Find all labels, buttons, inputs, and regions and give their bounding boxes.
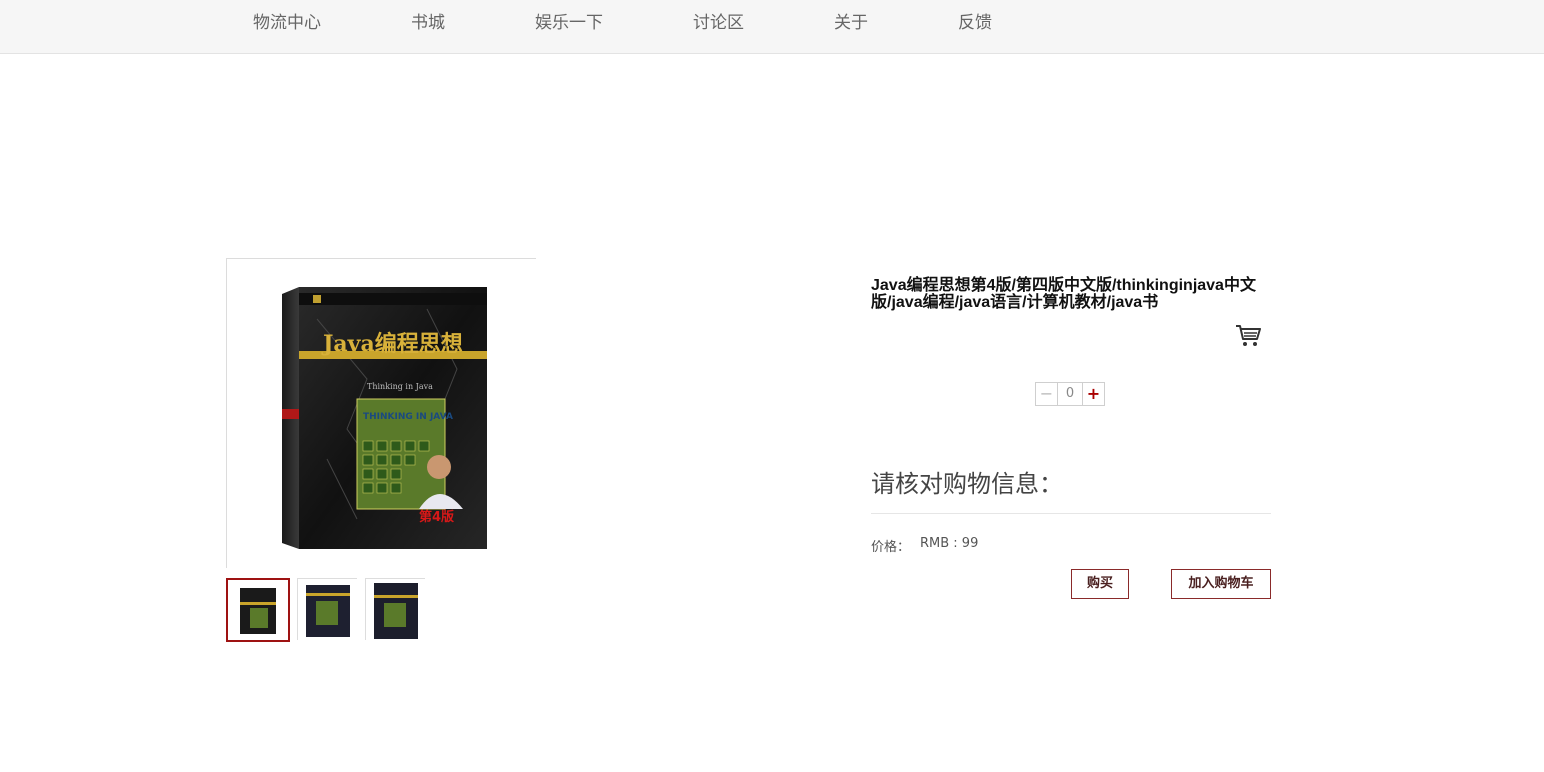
cover-art-text: THINKING IN JAVA: [363, 412, 453, 422]
add-to-cart-button[interactable]: 加入购物车: [1171, 569, 1271, 599]
thumbnail-3[interactable]: [365, 578, 425, 640]
quantity-input[interactable]: [1058, 383, 1082, 405]
nav-item-bookstore[interactable]: 书城: [411, 0, 445, 46]
section-divider: [871, 513, 1271, 514]
price-value: RMB : 99: [920, 536, 979, 551]
nav-item-feedback[interactable]: 反馈: [958, 0, 992, 46]
book-cover-image: Java编程思想 Thinking in Java THINKING IN JA…: [282, 287, 487, 549]
quantity-increase-button[interactable]: +: [1082, 383, 1104, 405]
thumbnail-2[interactable]: [297, 578, 357, 640]
thumbnail-cover-icon: [374, 583, 418, 639]
nav-item-about[interactable]: 关于: [834, 0, 868, 46]
nav-item-entertainment[interactable]: 娱乐一下: [535, 0, 603, 46]
product-title: Java编程思想第4版/第四版中文版/thinkinginjava中文版/jav…: [871, 277, 1256, 311]
cover-title-cn: Java编程思想: [321, 331, 463, 357]
confirm-info-heading: 请核对购物信息：: [871, 470, 1063, 498]
quantity-stepper: − +: [1035, 382, 1105, 406]
thumbnail-cover-icon: [306, 585, 350, 637]
nav-item-forum[interactable]: 讨论区: [693, 0, 744, 46]
price-label: 价格：: [871, 540, 911, 555]
quantity-decrease-button[interactable]: −: [1036, 383, 1058, 405]
thumbnail-1[interactable]: [226, 578, 290, 642]
product-main-image: Java编程思想 Thinking in Java THINKING IN JA…: [226, 258, 536, 568]
nav-item-logistics[interactable]: 物流中心: [253, 0, 321, 46]
cover-title-en: Thinking in Java: [367, 382, 433, 391]
buy-button[interactable]: 购买: [1071, 569, 1129, 599]
shopping-cart-icon[interactable]: [1235, 322, 1261, 348]
edition-badge: 第4版: [419, 509, 454, 525]
top-nav: 物流中心 书城 娱乐一下 讨论区 关于 反馈: [0, 0, 1544, 54]
thumbnail-cover-icon: [240, 588, 276, 634]
